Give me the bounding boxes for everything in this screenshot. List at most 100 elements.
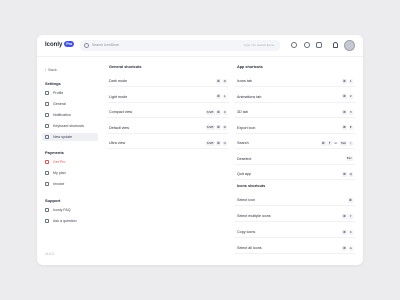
shortcut-keys: ⌘ 1 (342, 78, 353, 84)
shortcut-label: Ultra view (109, 141, 126, 145)
back-button[interactable]: ‹ Back (45, 68, 57, 72)
help-icon (45, 207, 49, 212)
shortcut-label: Animations tab (237, 94, 262, 99)
shortcut-label: Light mode (109, 94, 128, 99)
key-cap: / (348, 140, 353, 146)
key-cap: E (348, 125, 353, 130)
key-cap: ⌘ (320, 140, 326, 146)
key-cap: or (334, 140, 338, 145)
grid-icon (45, 101, 49, 106)
shortcut-row: Search ⌘ For Tab / (235, 137, 355, 149)
settings-sidebar: ‹ Back Settings Profile General Notifica… (37, 57, 103, 265)
key-cap: C (222, 109, 227, 115)
shortcut-label: Default view (109, 125, 130, 130)
sidebar-item-iconly-faq[interactable]: Iconly FAQ (42, 206, 98, 214)
shortcut-keys: ⌘ 2 (342, 94, 353, 99)
shortcut-label: Search (237, 141, 249, 145)
shortcut-keys: Shift ⌘ D (205, 125, 227, 130)
search-hint: Type / for search items (243, 43, 274, 47)
app-version: v1.0.4 (45, 252, 54, 256)
shortcut-keys: ⌘ C (342, 229, 353, 235)
shortcut-row: Animations tab ⌘ 2 (235, 91, 355, 103)
section-title-app-shortcuts: App shortcuts (237, 65, 263, 69)
shortcut-keys: Shift ⌘ C (205, 109, 227, 115)
key-cap: F (327, 140, 332, 146)
shortcut-label: Copy icons (237, 230, 256, 234)
shortcut-label: Select icon (237, 198, 256, 202)
sidebar-item-general[interactable]: General (42, 100, 98, 108)
sidebar-item-invoice[interactable]: Invoice (42, 180, 98, 188)
key-cap: ⌘ (342, 78, 347, 84)
sidebar-item-new-update[interactable]: New update (42, 133, 98, 141)
chat-icon (45, 218, 49, 223)
sidebar-item-profile[interactable]: Profile (42, 89, 98, 97)
shortcut-row: Light mode ⌘ L (107, 91, 229, 103)
key-cap: D (222, 125, 227, 130)
logo-text: Iconly (45, 42, 63, 48)
key-cap: Shift (205, 125, 215, 130)
pro-badge: Pro (64, 41, 75, 47)
animation-icon[interactable] (304, 42, 310, 48)
shortcut-label: 3D tab (237, 110, 248, 114)
shortcut-keys: ⌘ L (216, 94, 227, 99)
crown-icon (45, 159, 49, 164)
icons-shortcuts-section: Icons shortcuts Select icon ⌘ Select multi… (235, 182, 355, 262)
key-cap: L (222, 94, 227, 99)
shortcut-row: Default view Shift ⌘ D (107, 122, 229, 134)
shortcut-keys: ⌘ Q (342, 171, 353, 177)
3d-cube-icon[interactable] (316, 42, 322, 48)
search-icon (84, 42, 89, 48)
key-cap: ⌘ (342, 109, 347, 115)
key-cap: ⌘ (216, 78, 221, 84)
key-cap: D (222, 78, 227, 84)
icons-icon[interactable] (291, 42, 297, 48)
shortcut-keys: ⌘ E (342, 125, 353, 130)
shortcut-row: Quit app ⌘ Q (235, 168, 355, 180)
shortcut-row: Select multiple icons ⌘ ⇧ (235, 210, 355, 222)
sidebar-item-ask-question[interactable]: Ask a question (42, 217, 98, 225)
key-cap: ⌘ (342, 171, 347, 177)
shortcut-keys: ⌘ D (216, 78, 227, 84)
avatar[interactable] (344, 40, 355, 51)
shortcut-row: Export icon ⌘ E (235, 122, 355, 134)
shortcut-keys: ⌘ 3 (342, 109, 353, 115)
general-shortcuts-section: General shortcuts Dark mode ⌘ D Light mode ⌘… (107, 57, 229, 265)
top-bar: Iconly Pro Search IconStore Type / for se… (37, 35, 363, 57)
search-input[interactable]: Search IconStore (92, 43, 119, 47)
shortcut-label: Select multiple icons (237, 214, 271, 218)
shortcut-keys: ⌘ A (342, 245, 353, 251)
sidebar-item-get-pro[interactable]: Get Pro (42, 158, 98, 166)
shortcut-keys: ⌘ ⇧ (341, 213, 353, 219)
app-window: Iconly Pro Search IconStore Type / for se… (37, 35, 363, 265)
section-title-support: Support (45, 198, 61, 203)
key-cap: ⇧ (348, 213, 353, 219)
key-cap: Esc (345, 156, 353, 161)
key-cap: ⌘ (216, 140, 221, 146)
shortcut-label: Icons tab (237, 79, 252, 83)
card-icon (45, 170, 49, 175)
keyboard-icon (45, 123, 49, 128)
bell-icon (45, 112, 49, 117)
key-cap: ⌘ (342, 229, 347, 235)
app-logo[interactable]: Iconly Pro (45, 41, 75, 48)
shortcut-label: Export icon (237, 125, 256, 130)
search-bar[interactable]: Search IconStore Type / for search items (80, 40, 280, 51)
key-cap: ⌘ (342, 125, 347, 130)
section-title-general-shortcuts: General shortcuts (109, 65, 142, 69)
shortcut-row: Select all icons ⌘ A (235, 242, 355, 254)
user-icon (45, 90, 49, 95)
shortcut-row: 3D tab ⌘ 3 (235, 106, 355, 118)
sidebar-item-notification[interactable]: Notification (42, 111, 98, 119)
shortcut-keys: ⌘ For Tab / (320, 140, 353, 146)
shortcut-row: Dark mode ⌘ D (107, 75, 229, 87)
sidebar-item-keyboard-shortcuts[interactable]: Keyboard shortcuts (42, 122, 98, 130)
key-cap: ⌘ (342, 94, 347, 99)
key-cap: Shift (205, 109, 215, 115)
key-cap: ⌘ (342, 245, 347, 251)
shortcut-keys: ⌘ (348, 197, 353, 203)
sidebar-item-my-plan[interactable]: My plan (42, 169, 98, 177)
key-cap: 3 (348, 109, 353, 115)
key-cap: Q (348, 171, 353, 177)
invoice-icon (45, 181, 49, 186)
notification-bell-icon[interactable] (333, 42, 338, 48)
